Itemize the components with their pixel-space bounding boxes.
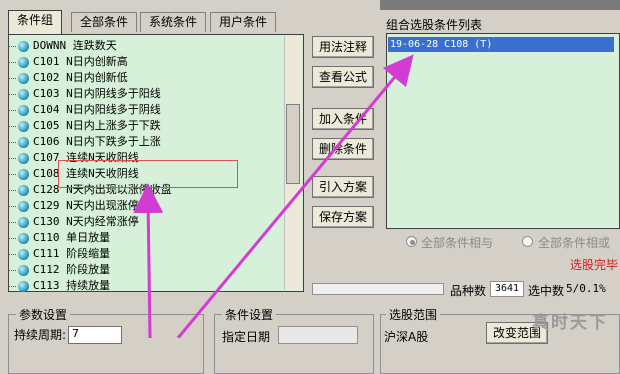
arrow-to-c108-item: [133, 183, 164, 338]
arrow-to-combined-list: [176, 54, 414, 338]
annotation-arrows: [133, 54, 414, 338]
